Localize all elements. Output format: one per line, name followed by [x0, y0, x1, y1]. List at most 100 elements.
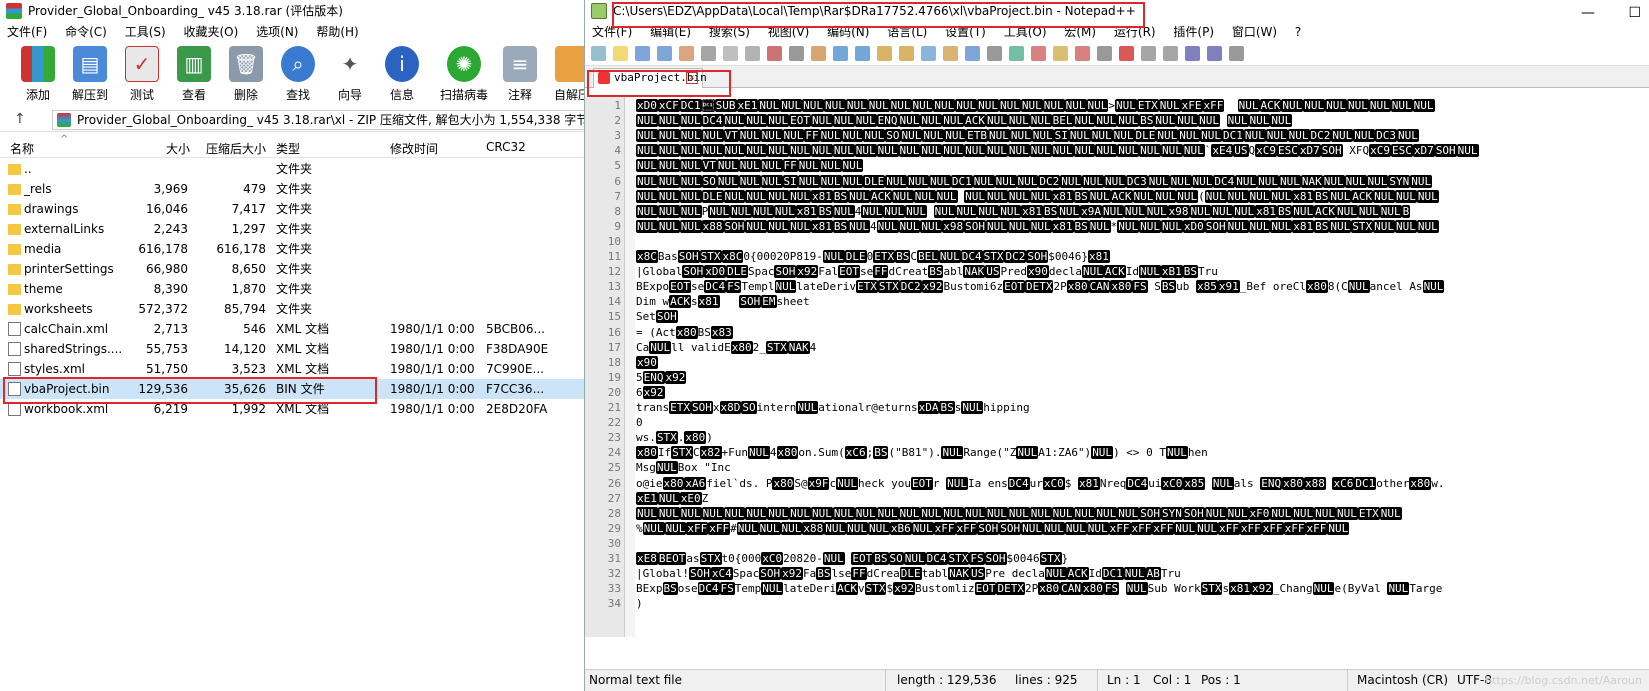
print-icon[interactable] — [723, 46, 738, 61]
virus-scan-button[interactable]: ✺ 扫描病毒 — [438, 46, 490, 103]
cut-icon[interactable] — [745, 46, 760, 61]
zoom-in-icon[interactable] — [899, 46, 914, 61]
menu-favorites[interactable]: 收藏夹(O) — [177, 22, 246, 42]
control-char-token: NUL — [964, 189, 986, 203]
status-eol[interactable]: Macintosh (CR) — [1357, 670, 1448, 691]
add-button[interactable]: 添加 — [12, 46, 64, 103]
record-macro-icon[interactable] — [1163, 46, 1178, 61]
control-char-token: xC0 — [761, 552, 784, 565]
control-char-token: x80 — [1110, 280, 1133, 294]
paste-icon[interactable] — [789, 46, 804, 61]
sync-h-icon[interactable] — [965, 46, 980, 61]
run-macro-icon[interactable] — [1229, 46, 1244, 61]
control-char-token: NUL — [1410, 174, 1433, 188]
find-button[interactable]: ⌕ 查找 — [272, 46, 324, 103]
close-icon[interactable] — [679, 46, 694, 61]
col-size[interactable]: 大小 — [166, 140, 190, 157]
sfx-button[interactable]: 自解压 — [546, 46, 585, 103]
npp-menu-plugins[interactable]: 插件(P) — [1166, 22, 1221, 42]
file-row[interactable]: theme 8,390 1,870 文件夹 — [0, 279, 585, 299]
menu-help[interactable]: 帮助(H) — [309, 22, 365, 42]
control-char-token: NUL — [1191, 174, 1214, 188]
control-char-token: NUL — [972, 174, 995, 188]
file-row[interactable]: media 616,178 616,178 文件夹 — [0, 239, 585, 259]
open-file-icon[interactable] — [613, 46, 628, 61]
control-char-token: NUL — [679, 219, 702, 233]
col-crc[interactable]: CRC32 — [486, 140, 526, 154]
save-all-icon[interactable] — [657, 46, 672, 61]
file-row[interactable]: printerSettings 66,980 8,650 文件夹 — [0, 259, 585, 279]
file-row[interactable]: worksheets 572,372 85,794 文件夹 — [0, 299, 585, 319]
text-token: ) <> 0 T — [1113, 446, 1167, 460]
sync-v-icon[interactable] — [943, 46, 958, 61]
control-char-token: NUL — [1123, 204, 1146, 218]
col-name[interactable]: 名称 — [10, 140, 34, 157]
col-modified[interactable]: 修改时间 — [390, 140, 438, 157]
col-packed[interactable]: 压缩后大小 — [206, 140, 266, 157]
close-all-icon[interactable] — [701, 46, 716, 61]
menu-file[interactable]: 文件(F) — [0, 22, 54, 42]
archive-path[interactable]: Provider_Global_Onboarding_ v45 3.18.rar… — [52, 110, 585, 130]
line-number: 11 — [607, 250, 621, 263]
control-char-token: STX — [671, 446, 693, 460]
up-arrow-icon[interactable]: ↑ — [14, 111, 26, 127]
wizard-button[interactable]: ✦ 向导 — [324, 46, 376, 103]
file-row[interactable]: calcChain.xml 2,713 546 XML 文档 1980/1/1 0:00… — [0, 319, 585, 339]
control-char-token: NUL — [1198, 114, 1220, 128]
editor-area[interactable]: 1 xD0 xCF DC1  SUB xE1 NUL NUL NUL NUL NUL NUL NUL NU… — [585, 96, 1649, 637]
control-char-token: EOT — [974, 582, 997, 596]
function-list-icon[interactable] — [1097, 46, 1112, 61]
file-row[interactable]: externalLinks 2,243 1,297 文件夹 — [0, 219, 585, 239]
control-char-token: NUL — [1347, 99, 1369, 112]
text-token: intern — [756, 401, 797, 414]
control-char-token: NUL — [898, 219, 921, 233]
control-char-token: NAK — [1300, 174, 1323, 188]
folder-workspace-icon[interactable] — [1119, 46, 1134, 61]
file-modified: 1980/1/1 0:00 — [390, 382, 475, 396]
file-row[interactable]: sharedStrings.... 55,753 14,120 XML 文档 1980/… — [0, 339, 585, 359]
save-icon[interactable] — [635, 46, 650, 61]
file-row[interactable]: .. 文件夹 — [0, 159, 585, 179]
menu-tools[interactable]: 工具(S) — [118, 22, 173, 42]
zoom-out-icon[interactable] — [921, 46, 936, 61]
file-row[interactable]: drawings 16,046 7,417 文件夹 — [0, 199, 585, 219]
menu-command[interactable]: 命令(C) — [58, 22, 114, 42]
minimize-icon[interactable]: — — [1581, 2, 1595, 24]
control-char-token: ETX — [1357, 506, 1380, 520]
col-type[interactable]: 类型 — [276, 140, 300, 157]
notepadpp-app-icon — [591, 3, 607, 19]
redo-icon[interactable] — [833, 46, 848, 61]
delete-button[interactable]: 🗑 删除 — [220, 46, 272, 103]
info-button[interactable]: i 信息 — [376, 46, 428, 103]
new-file-icon[interactable] — [591, 46, 606, 61]
word-wrap-icon[interactable] — [987, 46, 1002, 61]
extract-to-button[interactable]: ▤ 解压到 — [64, 46, 116, 103]
control-char-token: xFF — [1218, 521, 1240, 535]
find-icon[interactable] — [855, 46, 870, 61]
copy-icon[interactable] — [767, 46, 782, 61]
control-char-token: x80 — [1305, 280, 1328, 294]
maximize-icon[interactable]: ☐ — [1628, 2, 1641, 24]
npp-menu-help[interactable]: ? — [1288, 22, 1308, 42]
play-macro-icon[interactable] — [1207, 46, 1222, 61]
indent-guide-icon[interactable] — [1031, 46, 1046, 61]
udl-icon[interactable] — [1053, 46, 1068, 61]
stop-macro-icon[interactable] — [1185, 46, 1200, 61]
replace-icon[interactable] — [877, 46, 892, 61]
view-button[interactable]: ▥ 查看 — [168, 46, 220, 103]
doc-map-icon[interactable] — [1075, 46, 1090, 61]
file-row[interactable]: styles.xml 51,750 3,523 XML 文档 1980/1/1 0:00… — [0, 359, 585, 379]
all-chars-icon[interactable] — [1009, 46, 1024, 61]
text-token: ub — [1176, 280, 1196, 294]
comment-button[interactable]: ≡ 注释 — [494, 46, 546, 103]
undo-icon[interactable] — [811, 46, 826, 61]
test-button[interactable]: ✓ 测试 — [116, 46, 168, 103]
file-row[interactable]: _rels 3,969 479 文件夹 — [0, 179, 585, 199]
text-token: 0 — [636, 416, 643, 430]
monitor-icon[interactable] — [1141, 46, 1156, 61]
control-char-token: NUL — [1226, 189, 1249, 203]
menu-options[interactable]: 选项(N) — [249, 22, 305, 42]
npp-menu-window[interactable]: 窗口(W) — [1225, 22, 1284, 42]
control-char-token: x98 — [1167, 204, 1190, 218]
control-char-token: DC1 — [1101, 567, 1124, 581]
